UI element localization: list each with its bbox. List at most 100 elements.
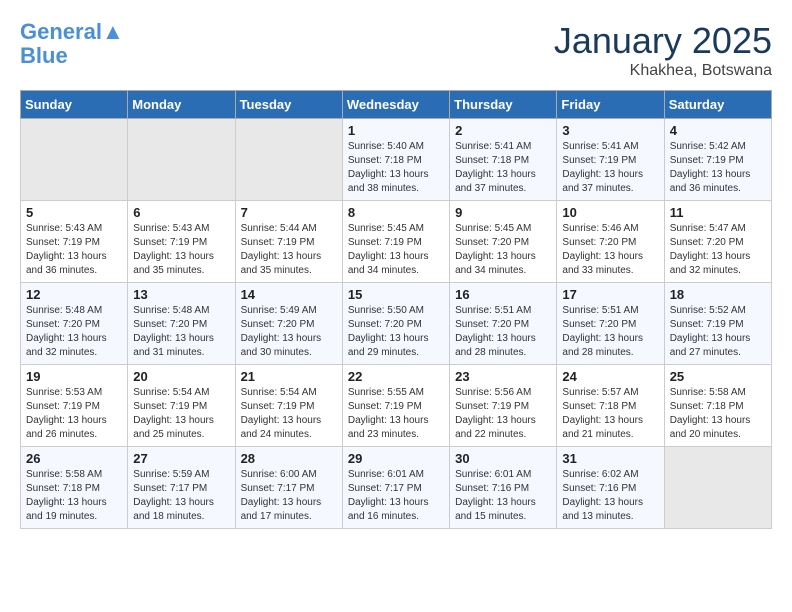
day-info: Sunrise: 5:44 AM Sunset: 7:19 PM Dayligh… — [241, 222, 337, 278]
day-number: 27 — [133, 451, 229, 466]
calendar-cell: 13 Sunrise: 5:48 AM Sunset: 7:20 PM Dayli… — [128, 283, 235, 365]
calendar-cell: 7 Sunrise: 5:44 AM Sunset: 7:19 PM Daylig… — [235, 201, 342, 283]
day-number: 16 — [455, 287, 551, 302]
day-info: Sunrise: 5:55 AM Sunset: 7:19 PM Dayligh… — [348, 386, 444, 442]
day-info: Sunrise: 5:54 AM Sunset: 7:19 PM Dayligh… — [241, 386, 337, 442]
day-info: Sunrise: 5:51 AM Sunset: 7:20 PM Dayligh… — [455, 304, 551, 360]
day-info: Sunrise: 6:00 AM Sunset: 7:17 PM Dayligh… — [241, 468, 337, 524]
day-number: 7 — [241, 205, 337, 220]
day-info: Sunrise: 5:48 AM Sunset: 7:20 PM Dayligh… — [133, 304, 229, 360]
day-info: Sunrise: 5:56 AM Sunset: 7:19 PM Dayligh… — [455, 386, 551, 442]
calendar-cell: 12 Sunrise: 5:48 AM Sunset: 7:20 PM Dayli… — [21, 283, 128, 365]
calendar-week-row: 5 Sunrise: 5:43 AM Sunset: 7:19 PM Daylig… — [21, 201, 772, 283]
day-number: 11 — [670, 205, 766, 220]
day-number: 4 — [670, 123, 766, 138]
calendar-cell: 14Sunrise: 5:49 AM Sunset: 7:20 PM Dayli… — [235, 283, 342, 365]
day-number: 12 — [26, 287, 122, 302]
day-info: Sunrise: 5:40 AM Sunset: 7:18 PM Dayligh… — [348, 140, 444, 196]
day-info: Sunrise: 6:01 AM Sunset: 7:17 PM Dayligh… — [348, 468, 444, 524]
calendar-table: SundayMondayTuesdayWednesdayThursdayFrid… — [20, 90, 772, 529]
weekday-header: Monday — [128, 91, 235, 119]
weekday-header: Saturday — [664, 91, 771, 119]
day-info: Sunrise: 5:41 AM Sunset: 7:18 PM Dayligh… — [455, 140, 551, 196]
day-number: 13 — [133, 287, 229, 302]
day-number: 10 — [562, 205, 658, 220]
calendar-cell: 10Sunrise: 5:46 AM Sunset: 7:20 PM Dayli… — [557, 201, 664, 283]
page-header: General▲ Blue January 2025 Khakhea, Bots… — [20, 20, 772, 80]
calendar-cell: 20 Sunrise: 5:54 AM Sunset: 7:19 PM Dayli… — [128, 365, 235, 447]
day-number: 18 — [670, 287, 766, 302]
day-number: 31 — [562, 451, 658, 466]
calendar-cell: 24 Sunrise: 5:57 AM Sunset: 7:18 PM Dayli… — [557, 365, 664, 447]
calendar-cell: 23 Sunrise: 5:56 AM Sunset: 7:19 PM Dayli… — [450, 365, 557, 447]
weekday-header-row: SundayMondayTuesdayWednesdayThursdayFrid… — [21, 91, 772, 119]
calendar-week-row: 12 Sunrise: 5:48 AM Sunset: 7:20 PM Dayli… — [21, 283, 772, 365]
calendar-cell: 17Sunrise: 5:51 AM Sunset: 7:20 PM Dayli… — [557, 283, 664, 365]
day-number: 17 — [562, 287, 658, 302]
day-info: Sunrise: 6:01 AM Sunset: 7:16 PM Dayligh… — [455, 468, 551, 524]
day-info: Sunrise: 5:54 AM Sunset: 7:19 PM Dayligh… — [133, 386, 229, 442]
calendar-week-row: 26 Sunrise: 5:58 AM Sunset: 7:18 PM Dayli… — [21, 447, 772, 529]
month-title: January 2025 — [554, 20, 772, 62]
day-info: Sunrise: 5:59 AM Sunset: 7:17 PM Dayligh… — [133, 468, 229, 524]
calendar-cell: 26 Sunrise: 5:58 AM Sunset: 7:18 PM Dayli… — [21, 447, 128, 529]
calendar-cell: 22 Sunrise: 5:55 AM Sunset: 7:19 PM Dayli… — [342, 365, 449, 447]
day-number: 28 — [241, 451, 337, 466]
weekday-header: Wednesday — [342, 91, 449, 119]
weekday-header: Friday — [557, 91, 664, 119]
day-number: 21 — [241, 369, 337, 384]
day-number: 24 — [562, 369, 658, 384]
day-number: 20 — [133, 369, 229, 384]
calendar-cell: 25Sunrise: 5:58 AM Sunset: 7:18 PM Dayli… — [664, 365, 771, 447]
logo: General▲ Blue — [20, 20, 124, 68]
day-number: 2 — [455, 123, 551, 138]
day-info: Sunrise: 5:43 AM Sunset: 7:19 PM Dayligh… — [26, 222, 122, 278]
calendar-cell: 18 Sunrise: 5:52 AM Sunset: 7:19 PM Dayli… — [664, 283, 771, 365]
calendar-cell: 16 Sunrise: 5:51 AM Sunset: 7:20 PM Dayli… — [450, 283, 557, 365]
calendar-cell: 31Sunrise: 6:02 AM Sunset: 7:16 PM Dayli… — [557, 447, 664, 529]
day-number: 26 — [26, 451, 122, 466]
day-info: Sunrise: 5:43 AM Sunset: 7:19 PM Dayligh… — [133, 222, 229, 278]
day-info: Sunrise: 5:50 AM Sunset: 7:20 PM Dayligh… — [348, 304, 444, 360]
logo-text: General▲ — [20, 20, 124, 44]
weekday-header: Sunday — [21, 91, 128, 119]
calendar-cell: 28 Sunrise: 6:00 AM Sunset: 7:17 PM Dayli… — [235, 447, 342, 529]
calendar-cell — [664, 447, 771, 529]
day-info: Sunrise: 5:45 AM Sunset: 7:19 PM Dayligh… — [348, 222, 444, 278]
calendar-cell: 3Sunrise: 5:41 AM Sunset: 7:19 PM Daylig… — [557, 119, 664, 201]
calendar-cell: 21 Sunrise: 5:54 AM Sunset: 7:19 PM Dayli… — [235, 365, 342, 447]
day-number: 30 — [455, 451, 551, 466]
day-number: 6 — [133, 205, 229, 220]
calendar-cell: 8Sunrise: 5:45 AM Sunset: 7:19 PM Daylig… — [342, 201, 449, 283]
day-info: Sunrise: 5:58 AM Sunset: 7:18 PM Dayligh… — [26, 468, 122, 524]
calendar-cell: 1Sunrise: 5:40 AM Sunset: 7:18 PM Daylig… — [342, 119, 449, 201]
day-number: 25 — [670, 369, 766, 384]
day-number: 29 — [348, 451, 444, 466]
day-info: Sunrise: 5:41 AM Sunset: 7:19 PM Dayligh… — [562, 140, 658, 196]
calendar-cell: 6 Sunrise: 5:43 AM Sunset: 7:19 PM Daylig… — [128, 201, 235, 283]
day-number: 19 — [26, 369, 122, 384]
calendar-cell: 30 Sunrise: 6:01 AM Sunset: 7:16 PM Dayli… — [450, 447, 557, 529]
day-number: 22 — [348, 369, 444, 384]
day-info: Sunrise: 5:42 AM Sunset: 7:19 PM Dayligh… — [670, 140, 766, 196]
calendar-cell: 4 Sunrise: 5:42 AM Sunset: 7:19 PM Daylig… — [664, 119, 771, 201]
calendar-cell — [21, 119, 128, 201]
calendar-cell: 5 Sunrise: 5:43 AM Sunset: 7:19 PM Daylig… — [21, 201, 128, 283]
calendar-cell: 19 Sunrise: 5:53 AM Sunset: 7:19 PM Dayli… — [21, 365, 128, 447]
day-info: Sunrise: 5:47 AM Sunset: 7:20 PM Dayligh… — [670, 222, 766, 278]
day-info: Sunrise: 5:48 AM Sunset: 7:20 PM Dayligh… — [26, 304, 122, 360]
calendar-week-row: 1Sunrise: 5:40 AM Sunset: 7:18 PM Daylig… — [21, 119, 772, 201]
day-info: Sunrise: 5:45 AM Sunset: 7:20 PM Dayligh… — [455, 222, 551, 278]
calendar-cell — [128, 119, 235, 201]
day-number: 5 — [26, 205, 122, 220]
day-number: 23 — [455, 369, 551, 384]
day-info: Sunrise: 5:53 AM Sunset: 7:19 PM Dayligh… — [26, 386, 122, 442]
title-block: January 2025 Khakhea, Botswana — [554, 20, 772, 80]
day-number: 9 — [455, 205, 551, 220]
calendar-cell: 15Sunrise: 5:50 AM Sunset: 7:20 PM Dayli… — [342, 283, 449, 365]
day-info: Sunrise: 5:57 AM Sunset: 7:18 PM Dayligh… — [562, 386, 658, 442]
calendar-cell: 27 Sunrise: 5:59 AM Sunset: 7:17 PM Dayli… — [128, 447, 235, 529]
calendar-cell — [235, 119, 342, 201]
location: Khakhea, Botswana — [554, 62, 772, 80]
day-info: Sunrise: 5:52 AM Sunset: 7:19 PM Dayligh… — [670, 304, 766, 360]
